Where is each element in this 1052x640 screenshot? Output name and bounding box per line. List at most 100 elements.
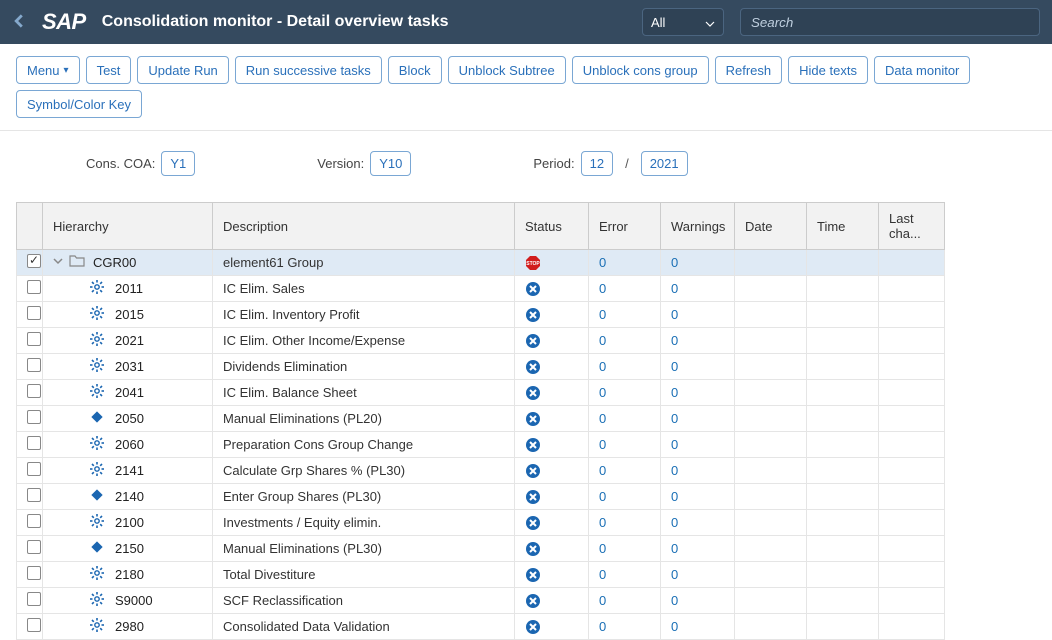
search-input[interactable] [740, 8, 1040, 36]
warnings-link[interactable]: 0 [671, 489, 678, 504]
back-icon[interactable] [12, 14, 26, 31]
table-row[interactable]: 2015IC Elim. Inventory Profit00 [17, 302, 945, 328]
error-cell[interactable]: 0 [589, 536, 661, 562]
warnings-link[interactable]: 0 [671, 359, 678, 374]
warnings-link[interactable]: 0 [671, 541, 678, 556]
warnings-cell[interactable]: 0 [661, 562, 735, 588]
block-button[interactable]: Block [388, 56, 442, 84]
row-checkbox-cell[interactable] [17, 432, 43, 458]
tree-toggle-icon[interactable] [53, 256, 63, 269]
refresh-button[interactable]: Refresh [715, 56, 783, 84]
row-checkbox-cell[interactable] [17, 354, 43, 380]
warnings-cell[interactable]: 0 [661, 250, 735, 276]
error-cell[interactable]: 0 [589, 354, 661, 380]
row-checkbox-cell[interactable] [17, 484, 43, 510]
warnings-cell[interactable]: 0 [661, 354, 735, 380]
warnings-cell[interactable]: 0 [661, 406, 735, 432]
error-cell[interactable]: 0 [589, 250, 661, 276]
row-checkbox-cell[interactable] [17, 250, 43, 276]
run-successive-tasks-button[interactable]: Run successive tasks [235, 56, 382, 84]
row-checkbox[interactable] [27, 306, 41, 320]
warnings-cell[interactable]: 0 [661, 458, 735, 484]
error-link[interactable]: 0 [599, 411, 606, 426]
version-field[interactable]: Y10 [370, 151, 411, 176]
error-link[interactable]: 0 [599, 255, 606, 270]
warnings-link[interactable]: 0 [671, 411, 678, 426]
error-link[interactable]: 0 [599, 437, 606, 452]
error-cell[interactable]: 0 [589, 588, 661, 614]
hide-texts-button[interactable]: Hide texts [788, 56, 868, 84]
table-row[interactable]: 2150Manual Eliminations (PL30)00 [17, 536, 945, 562]
error-link[interactable]: 0 [599, 333, 606, 348]
warnings-cell[interactable]: 0 [661, 276, 735, 302]
table-row[interactable]: CGR00element61 Group00 [17, 250, 945, 276]
row-checkbox-cell[interactable] [17, 536, 43, 562]
year-field[interactable]: 2021 [641, 151, 688, 176]
column-header-warnings[interactable]: Warnings [661, 203, 735, 250]
column-header-status[interactable]: Status [515, 203, 589, 250]
warnings-link[interactable]: 0 [671, 619, 678, 634]
error-cell[interactable]: 0 [589, 458, 661, 484]
row-checkbox[interactable] [27, 592, 41, 606]
table-row[interactable]: 2011IC Elim. Sales00 [17, 276, 945, 302]
row-checkbox[interactable] [27, 618, 41, 632]
warnings-cell[interactable]: 0 [661, 380, 735, 406]
column-header-description[interactable]: Description [213, 203, 515, 250]
error-cell[interactable]: 0 [589, 614, 661, 640]
warnings-link[interactable]: 0 [671, 567, 678, 582]
unblock-cons-group-button[interactable]: Unblock cons group [572, 56, 709, 84]
table-row[interactable]: 2180Total Divestiture00 [17, 562, 945, 588]
column-header-date[interactable]: Date [735, 203, 807, 250]
table-row[interactable]: 2060Preparation Cons Group Change00 [17, 432, 945, 458]
symbol-color-key-button[interactable]: Symbol/Color Key [16, 90, 142, 118]
error-link[interactable]: 0 [599, 385, 606, 400]
row-checkbox[interactable] [27, 384, 41, 398]
column-header-time[interactable]: Time [807, 203, 879, 250]
warnings-cell[interactable]: 0 [661, 588, 735, 614]
update-run-button[interactable]: Update Run [137, 56, 228, 84]
error-cell[interactable]: 0 [589, 484, 661, 510]
table-row[interactable]: 2140Enter Group Shares (PL30)00 [17, 484, 945, 510]
column-header-hierarchy[interactable]: Hierarchy [43, 203, 213, 250]
error-cell[interactable]: 0 [589, 328, 661, 354]
table-row[interactable]: 2100Investments / Equity elimin.00 [17, 510, 945, 536]
row-checkbox[interactable] [27, 436, 41, 450]
warnings-link[interactable]: 0 [671, 463, 678, 478]
warnings-cell[interactable]: 0 [661, 536, 735, 562]
error-link[interactable]: 0 [599, 567, 606, 582]
error-link[interactable]: 0 [599, 359, 606, 374]
error-link[interactable]: 0 [599, 281, 606, 296]
row-checkbox[interactable] [27, 540, 41, 554]
menu-button[interactable]: Menu ▾ [16, 56, 80, 84]
row-checkbox[interactable] [27, 254, 41, 268]
warnings-link[interactable]: 0 [671, 385, 678, 400]
cons-coa-field[interactable]: Y1 [161, 151, 195, 176]
table-row[interactable]: 2050Manual Eliminations (PL20)00 [17, 406, 945, 432]
table-row[interactable]: 2021IC Elim. Other Income/Expense00 [17, 328, 945, 354]
row-checkbox-cell[interactable] [17, 562, 43, 588]
row-checkbox[interactable] [27, 332, 41, 346]
warnings-cell[interactable]: 0 [661, 484, 735, 510]
table-row[interactable]: 2031Dividends Elimination00 [17, 354, 945, 380]
warnings-cell[interactable]: 0 [661, 432, 735, 458]
warnings-link[interactable]: 0 [671, 437, 678, 452]
error-link[interactable]: 0 [599, 515, 606, 530]
row-checkbox-cell[interactable] [17, 614, 43, 640]
row-checkbox[interactable] [27, 280, 41, 294]
warnings-link[interactable]: 0 [671, 255, 678, 270]
error-cell[interactable]: 0 [589, 562, 661, 588]
error-cell[interactable]: 0 [589, 510, 661, 536]
error-cell[interactable]: 0 [589, 276, 661, 302]
column-header-error[interactable]: Error [589, 203, 661, 250]
test-button[interactable]: Test [86, 56, 132, 84]
scope-dropdown[interactable]: All [642, 8, 724, 36]
table-row[interactable]: S9000SCF Reclassification00 [17, 588, 945, 614]
warnings-link[interactable]: 0 [671, 515, 678, 530]
error-link[interactable]: 0 [599, 463, 606, 478]
warnings-cell[interactable]: 0 [661, 510, 735, 536]
row-checkbox-cell[interactable] [17, 406, 43, 432]
row-checkbox-cell[interactable] [17, 328, 43, 354]
row-checkbox-cell[interactable] [17, 458, 43, 484]
data-monitor-button[interactable]: Data monitor [874, 56, 970, 84]
row-checkbox-cell[interactable] [17, 276, 43, 302]
